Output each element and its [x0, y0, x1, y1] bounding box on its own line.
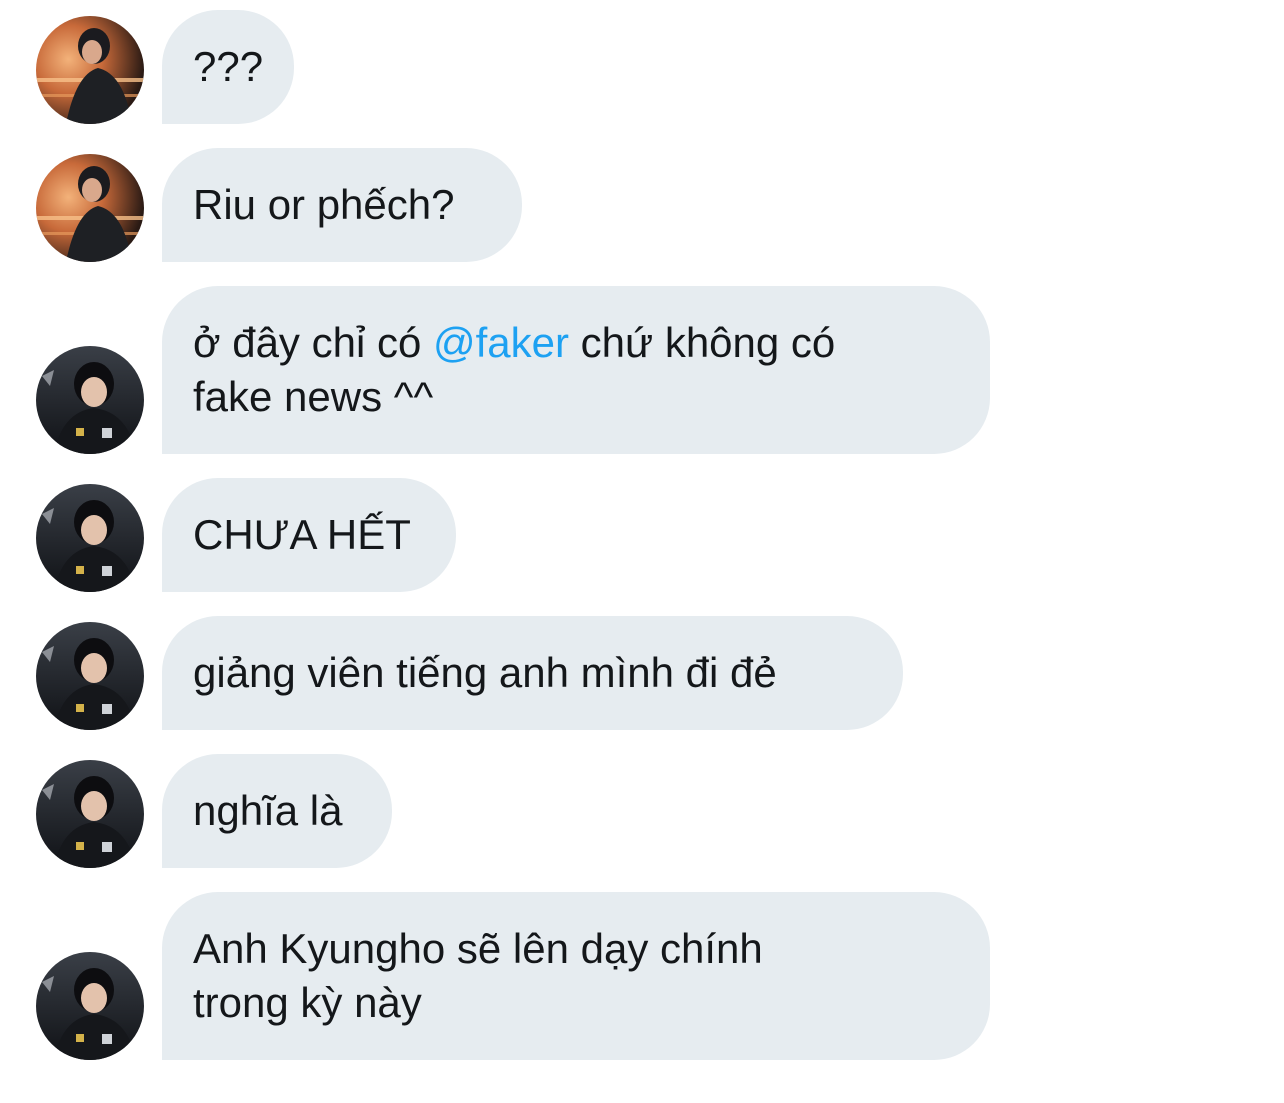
message-text: Anh Kyungho sẽ lên dạy chính [193, 925, 763, 972]
message-bubble[interactable]: ??? [162, 10, 294, 124]
message-thread: ??? Riu or phếch? ở đây chỉ có @faker ch… [0, 0, 1284, 1103]
avatar[interactable] [36, 484, 144, 592]
avatar[interactable] [36, 16, 144, 124]
message-text: ở đây chỉ có [193, 319, 433, 366]
message-text: chứ không có [569, 319, 836, 366]
user-photo-icon [36, 952, 144, 1060]
user-photo-icon [36, 16, 144, 124]
avatar[interactable] [36, 760, 144, 868]
avatar[interactable] [36, 952, 144, 1060]
user-photo-icon [36, 622, 144, 730]
mention-link[interactable]: @faker [433, 319, 569, 366]
user-photo-icon [36, 760, 144, 868]
message-bubble[interactable]: Anh Kyungho sẽ lên dạy chính trong kỳ nà… [162, 892, 990, 1060]
message-bubble[interactable]: Riu or phếch? [162, 148, 522, 262]
message-text: ??? [193, 43, 264, 90]
user-photo-icon [36, 346, 144, 454]
avatar[interactable] [36, 622, 144, 730]
user-photo-icon [36, 484, 144, 592]
message-text: fake news ^^ [193, 373, 434, 420]
message-bubble[interactable]: nghĩa là [162, 754, 392, 868]
message-text: trong kỳ này [193, 979, 422, 1026]
message-text: CHƯA HẾT [193, 511, 411, 558]
avatar[interactable] [36, 346, 144, 454]
message-text: nghĩa là [193, 787, 343, 834]
user-photo-icon [36, 154, 144, 262]
message-bubble[interactable]: CHƯA HẾT [162, 478, 456, 592]
message-bubble[interactable]: giảng viên tiếng anh mình đi đẻ [162, 616, 903, 730]
message-text: Riu or phếch? [193, 181, 455, 228]
avatar[interactable] [36, 154, 144, 262]
message-text-line: ở đây chỉ có @faker chứ không có [193, 316, 959, 370]
message-bubble[interactable]: ở đây chỉ có @faker chứ không có fake ne… [162, 286, 990, 454]
message-text: giảng viên tiếng anh mình đi đẻ [193, 649, 777, 696]
